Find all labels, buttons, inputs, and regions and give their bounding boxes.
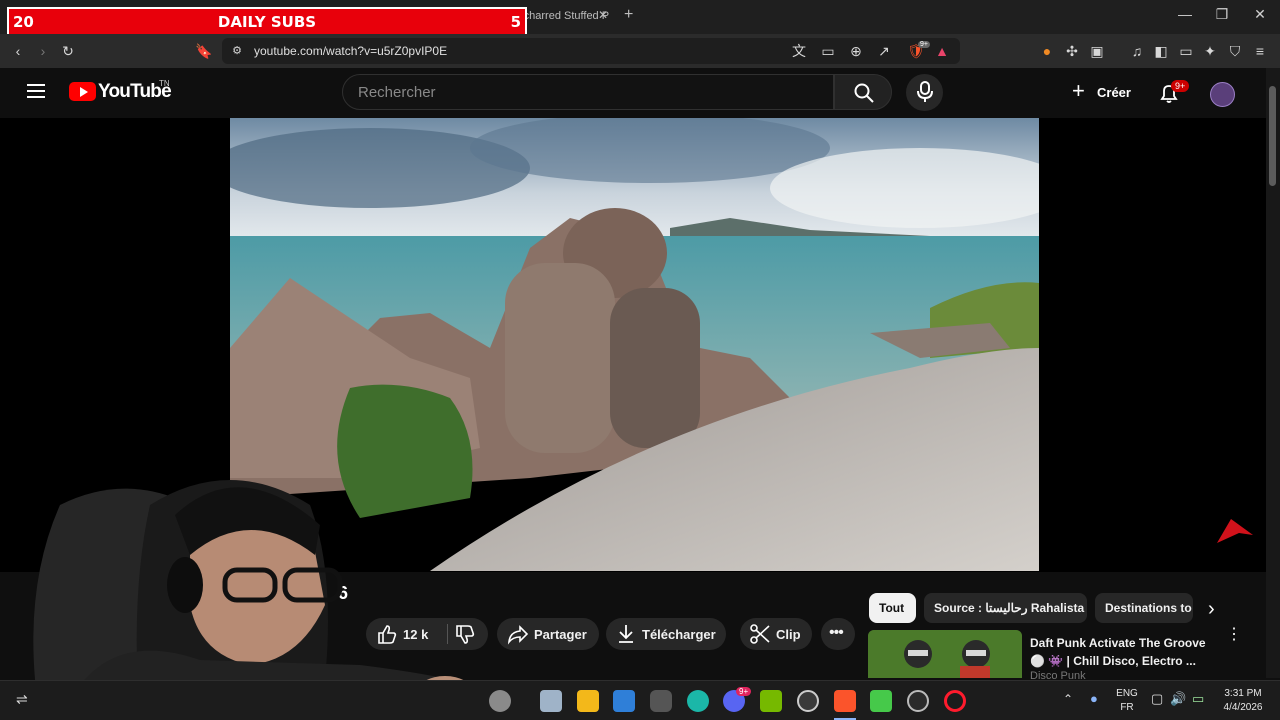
webcam-overlay (0, 445, 520, 720)
discord-badge: 9+ (736, 687, 752, 696)
leo-ai-icon[interactable]: ✦ (1200, 41, 1220, 61)
search-input[interactable]: Rechercher (342, 74, 834, 110)
minimize-icon[interactable]: — (1170, 6, 1200, 22)
red-arrow-marker-icon (1217, 519, 1253, 543)
microphone-icon (917, 81, 933, 102)
page-scrollbar[interactable] (1266, 68, 1280, 678)
account-avatar[interactable] (1210, 82, 1235, 107)
tab-title[interactable]: rcharred Stuffed P (520, 10, 609, 22)
edge-icon[interactable] (687, 690, 709, 712)
thumbnail-image (868, 630, 1022, 678)
cast-icon[interactable]: ▭ (818, 41, 838, 61)
taskbar-app-bird-icon[interactable] (489, 690, 511, 712)
extensions-puzzle-icon[interactable]: ✣ (1062, 41, 1082, 61)
site-settings-icon[interactable]: ⚙ (227, 41, 247, 61)
wallet-icon[interactable]: ▭ (1176, 41, 1196, 61)
overlay-title: DAILY SUBS (217, 13, 317, 31)
battery-icon[interactable]: ▭ (1192, 691, 1204, 707)
clip-button[interactable]: Clip (740, 618, 812, 650)
tray-expand-icon[interactable]: ⌃ (1063, 692, 1073, 706)
notifications-badge: 9+ (1171, 80, 1190, 92)
country-code: TN (159, 79, 170, 88)
recommendation-title[interactable]: Daft Punk Activate The Groove ⚪ 👾 | Chil… (1030, 634, 1220, 670)
youtube-header: YouTube TN Rechercher + Créer 9+ (0, 68, 1266, 118)
vpn-icon[interactable]: ⛉ (1225, 41, 1245, 61)
brave-browser-icon[interactable] (834, 690, 856, 712)
extension-orange-icon[interactable]: ● (1037, 41, 1057, 61)
chip-all[interactable]: Tout (869, 593, 916, 623)
zoom-icon[interactable]: ⊕ (846, 41, 866, 61)
forward-icon[interactable]: › (33, 41, 53, 61)
nvidia-icon[interactable] (760, 690, 782, 712)
obs-icon[interactable] (797, 690, 819, 712)
windows-taskbar: ⇌ 9+ ⌃ ● ENG FR ▢ 🔊 ▭ 3:31 PM 4/4/2026 (0, 680, 1280, 720)
taskbar-app-circle-icon[interactable] (907, 690, 929, 712)
download-icon (619, 625, 633, 643)
widgets-icon[interactable]: ⇌ (16, 691, 28, 708)
language-top[interactable]: ENG (1115, 688, 1139, 699)
taskbar-app-play-icon[interactable] (870, 690, 892, 712)
youtube-logo-icon[interactable] (69, 82, 96, 101)
share-label: Partager (534, 627, 587, 642)
sidebar-panel-icon[interactable]: ▣ (1087, 41, 1107, 61)
close-window-icon[interactable]: ✕ (1245, 6, 1275, 23)
microsoft-store-icon[interactable] (613, 690, 635, 712)
microphone-tray-icon[interactable]: ● (1090, 691, 1098, 706)
brave-rewards-icon[interactable]: ▲ (932, 41, 952, 61)
share-icon[interactable]: ↗ (874, 41, 894, 61)
scrollbar-thumb[interactable] (1269, 86, 1276, 186)
recommendation-more-icon[interactable]: ⋮ (1226, 627, 1242, 643)
translate-icon[interactable]: 文 (789, 41, 809, 61)
create-label: Créer (1097, 85, 1131, 100)
voice-search-button[interactable] (906, 74, 943, 111)
sidebar-toggle-icon[interactable]: ◧ (1151, 41, 1171, 61)
overlay-right-count: 5 (510, 13, 521, 31)
recommendation-thumbnail[interactable] (868, 630, 1022, 678)
download-label: Télécharger (642, 627, 716, 642)
url-text[interactable]: youtube.com/watch?v=u5rZ0pvIP0E (254, 44, 447, 58)
tab-close-icon[interactable]: ✕ (598, 8, 608, 22)
menu-icon[interactable]: ≡ (1250, 41, 1270, 61)
clock-date[interactable]: 4/4/2026 (1218, 702, 1268, 713)
network-icon[interactable]: ▢ (1151, 691, 1163, 707)
search-placeholder: Rechercher (358, 84, 436, 101)
chip-source[interactable]: Source : رحالیستا Rahalista (924, 593, 1087, 623)
daily-subs-overlay: 20 DAILY SUBS 5 (7, 7, 527, 36)
screen: rcharred Stuffed P ✕ + — ❐ ✕ 20 DAILY SU… (0, 0, 1280, 720)
volume-icon[interactable]: 🔊 (1170, 691, 1186, 707)
more-horizontal-icon: ••• (829, 624, 844, 641)
maximize-icon[interactable]: ❐ (1207, 6, 1237, 23)
address-bar[interactable]: ⚙ youtube.com/watch?v=u5rZ0pvIP0E 文 ▭ ⊕ … (222, 38, 960, 64)
download-button[interactable]: Télécharger (606, 618, 726, 650)
taskbar-app-cube-icon[interactable] (650, 690, 672, 712)
guide-menu-icon[interactable] (27, 84, 45, 98)
language-bottom[interactable]: FR (1115, 702, 1139, 713)
scissors-icon (750, 624, 770, 644)
clock-time[interactable]: 3:31 PM (1218, 688, 1268, 699)
media-music-icon[interactable]: ♫ (1127, 41, 1147, 61)
more-actions-button[interactable]: ••• (821, 618, 855, 650)
create-button[interactable]: + Créer (1066, 78, 1136, 104)
bookmark-icon[interactable]: 🔖 (194, 41, 214, 61)
clip-label: Clip (776, 627, 801, 642)
search-button[interactable] (834, 74, 892, 110)
search-icon (854, 83, 874, 103)
back-icon[interactable]: ‹ (8, 41, 28, 61)
task-view-icon[interactable] (540, 690, 562, 712)
browser-toolbar: ‹ › ↻ 🔖 ⚙ youtube.com/watch?v=u5rZ0pvIP0… (0, 34, 1280, 68)
reload-icon[interactable]: ↻ (58, 41, 78, 61)
brave-shield-badge: 9+ (918, 41, 930, 48)
plus-icon: + (1072, 78, 1085, 103)
file-explorer-icon[interactable] (577, 690, 599, 712)
chip-destinations[interactable]: Destinations to (1095, 593, 1193, 623)
chips-next-chevron-icon[interactable]: › (1208, 598, 1215, 621)
opera-icon[interactable] (944, 690, 966, 712)
webcam-streamer-image (33, 480, 500, 720)
new-tab-icon[interactable]: + (624, 6, 633, 24)
